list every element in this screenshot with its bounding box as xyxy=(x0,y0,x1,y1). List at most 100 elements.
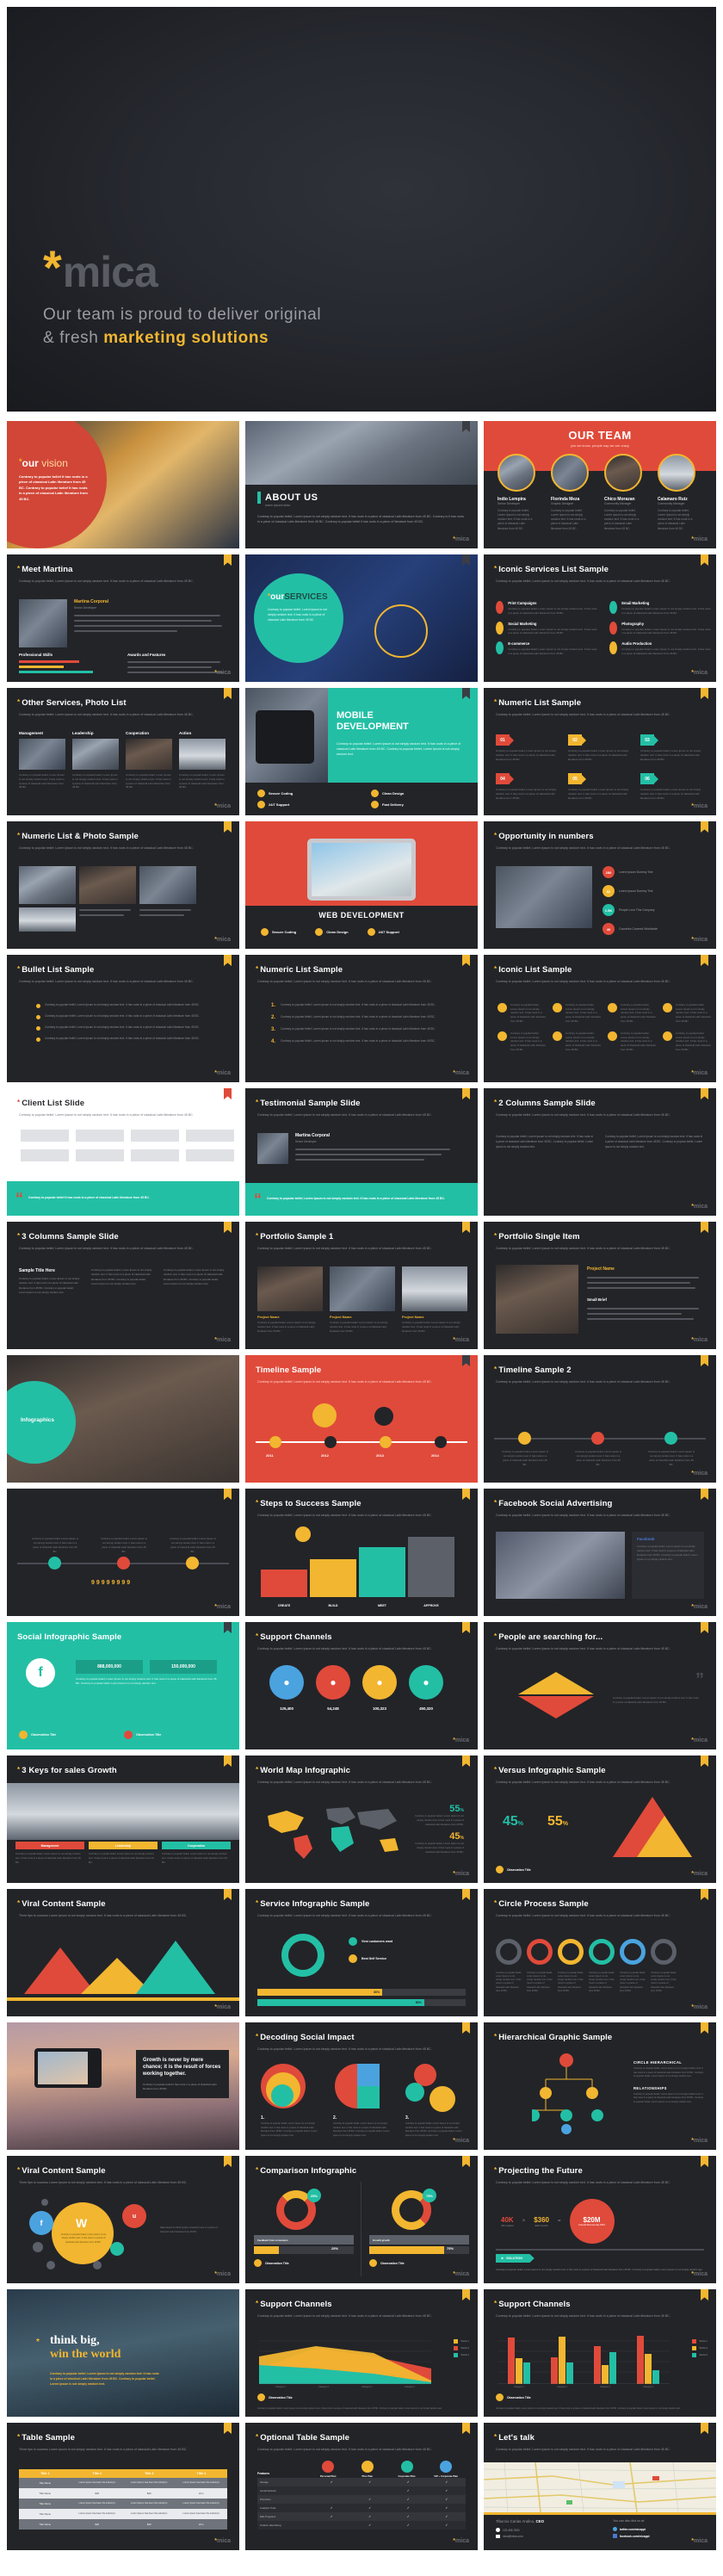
process-circle[interactable] xyxy=(496,1939,522,1965)
slide-steps-to-success-sample[interactable]: * Steps to Success Sample Contrary to pop… xyxy=(245,1489,478,1616)
twitter-handle[interactable]: twitter.com/micappt xyxy=(620,2528,646,2531)
portfolio-item[interactable]: Project Name Contrary to popular belief,… xyxy=(402,1266,467,1334)
slide-three-keys-for-sales-growth[interactable]: * 3 Keys for sales Growth Management Contr… xyxy=(7,1756,239,1883)
team-member[interactable]: Chico Morazan Community Manager Contrary… xyxy=(604,454,642,531)
feature-item[interactable]: Clean Design xyxy=(371,790,473,797)
timeline-node[interactable] xyxy=(269,1436,281,1448)
timeline-node[interactable] xyxy=(380,1436,392,1448)
photo-item[interactable]: Management Contrary to popular belief, L… xyxy=(19,731,65,790)
slide-growth-quote[interactable]: Growth is never by mere chance; it is th… xyxy=(7,2022,239,2150)
slide-facebook-social-advertising[interactable]: * Facebook Social Advertising Contrary to… xyxy=(484,1489,716,1616)
slide-timeline-sample[interactable]: Timeline Sample Contrary to popular beli… xyxy=(245,1355,478,1483)
slide-support-channels-circles[interactable]: * Support Channels Contrary to popular be… xyxy=(245,1622,478,1749)
slide-web-development[interactable]: WEB DEVELOPMENT Secure Coding Clean Desi… xyxy=(245,821,478,949)
team-member[interactable]: Indio Lempira Senior Developer Contrary … xyxy=(497,454,535,531)
chat-icon[interactable]: ● xyxy=(409,1665,443,1700)
slide-our-vision[interactable]: *our vision Contrary to popular belief i… xyxy=(7,421,239,548)
numeric-item[interactable]: 01 Contrary to popular belief, Lorem Ipsu… xyxy=(496,734,561,761)
process-circle[interactable] xyxy=(558,1939,584,1965)
photo-item[interactable]: Action Contrary to popular belief, Lorem… xyxy=(179,731,226,790)
slide-infographics-divider[interactable]: Infographics xyxy=(7,1355,239,1483)
slide-testimonial-sample-slide[interactable]: * Testimonial Sample Slide Contrary to po… xyxy=(245,1088,478,1216)
slide-meet-martina[interactable]: * Meet Martina Contrary to popular belief… xyxy=(7,554,239,682)
slide-bullet-list-sample[interactable]: * Bullet List Sample Contrary to popular … xyxy=(7,955,239,1082)
slide-portfolio-single-item[interactable]: * Portfolio Single Item Contrary to popul… xyxy=(484,1222,716,1349)
slide-social-infographic-sample[interactable]: Social Infographic Sample f 888,000,000 … xyxy=(7,1622,239,1749)
service-item[interactable]: Social Marketing Contrary to popular beli… xyxy=(496,621,597,636)
key-item[interactable]: Management Contrary to popular belief, Lo… xyxy=(15,1842,84,1864)
iconic-item[interactable]: Contrary to popular belief, Lorem Ipsum … xyxy=(608,1003,656,1023)
service-item[interactable]: Email Marketing Contrary to popular belie… xyxy=(609,601,711,616)
slide-client-list-slide[interactable]: * Client List Slide Contrary to popular b… xyxy=(7,1088,239,1216)
slide-timeline-dark-plain[interactable]: Contrary to popular belief, Lorem Ipsum … xyxy=(7,1489,239,1616)
slide-timeline-sample-2[interactable]: * Timeline Sample 2 Contrary to popular b… xyxy=(484,1355,716,1483)
feature-item[interactable]: 24/7 Support xyxy=(367,928,399,936)
slide-circle-process-sample[interactable]: * Circle Process Sample Contrary to popul… xyxy=(484,1889,716,2016)
portfolio-item[interactable]: Project Name Contrary to popular belief,… xyxy=(330,1266,395,1334)
service-item[interactable]: Audio Production Contrary to popular beli… xyxy=(609,641,711,656)
numeric-item[interactable]: 02 Contrary to popular belief, Lorem Ipsu… xyxy=(568,734,633,761)
slide-projecting-the-future[interactable]: * Projecting the Future Contrary to popul… xyxy=(484,2156,716,2283)
team-member[interactable]: Calamaro Ruiz Community Manager Contrary… xyxy=(658,454,695,531)
feature-item[interactable]: Secure Coding xyxy=(257,790,359,797)
process-circle[interactable] xyxy=(620,1939,646,1965)
numeric-item[interactable]: 03 Contrary to popular belief, Lorem Ipsu… xyxy=(640,734,706,761)
slide-versus-infographic-sample[interactable]: * Versus Infographic Sample Contrary to p… xyxy=(484,1756,716,1883)
key-item[interactable]: Leadership Contrary to popular belief, Lo… xyxy=(89,1842,158,1864)
slide-iconic-services-list-sample[interactable]: * Iconic Services List Sample Contrary to… xyxy=(484,554,716,682)
slide-lets-talk[interactable]: * Let's talk Contrary to popular belief, … xyxy=(484,2423,716,2550)
timeline-node[interactable] xyxy=(518,1432,531,1445)
solution-button[interactable]: ★ SOLUTION xyxy=(496,2254,535,2263)
iconic-item[interactable]: Contrary to popular belief, Lorem Ipsum … xyxy=(497,1003,546,1023)
slide-mobile-development[interactable]: MOBILE DEVELOPMENT Contrary to popular b… xyxy=(245,688,478,815)
slide-numeric-list-photo-sample[interactable]: * Numeric List & Photo Sample Contrary to… xyxy=(7,821,239,949)
process-circle[interactable] xyxy=(589,1939,615,1965)
slide-opportunity-in-numbers[interactable]: * Opportunity in numbers Contrary to popu… xyxy=(484,821,716,949)
slide-support-channels-area-chart[interactable]: * Support Channels Contrary to popular be… xyxy=(245,2289,478,2417)
slide-hierarchical-graphic-sample[interactable]: * Hierarchical Graphic Sample CIRCLE HIE… xyxy=(484,2022,716,2150)
iconic-item[interactable]: Contrary to popular belief, Lorem Ipsum … xyxy=(663,1003,711,1023)
numeric-item[interactable]: 05 Contrary to popular belief, Lorem Ipsu… xyxy=(568,773,633,800)
numeric-item[interactable]: 04 Contrary to popular belief, Lorem Ipsu… xyxy=(496,773,561,800)
mail-icon[interactable]: ● xyxy=(362,1665,397,1700)
key-item[interactable]: Cooperation Contrary to popular belief, L… xyxy=(162,1842,231,1864)
twitter-icon[interactable]: ● xyxy=(269,1665,304,1700)
rss-icon[interactable]: ● xyxy=(316,1665,350,1700)
timeline-node[interactable] xyxy=(186,1557,199,1570)
slide-people-are-searching-for[interactable]: * People are searching for... Contrary to… xyxy=(484,1622,716,1749)
slide-comparison-infographic[interactable]: * Comparison Infographic 25% 75% Feedback… xyxy=(245,2156,478,2283)
slide-three-columns-sample-slide[interactable]: * 3 Columns Sample Slide Contrary to popu… xyxy=(7,1222,239,1349)
feature-item[interactable]: Fast Delivery xyxy=(371,801,473,808)
slide-our-services[interactable]: *ourSERVICES Contrary to popular belief,… xyxy=(245,554,478,682)
timeline-node[interactable] xyxy=(591,1432,604,1445)
slide-iconic-list-sample[interactable]: * Iconic List Sample Contrary to popular … xyxy=(484,955,716,1082)
timeline-node[interactable] xyxy=(48,1557,61,1570)
team-member[interactable]: Florinda Meza Graphic Designer Contrary … xyxy=(551,454,589,531)
slide-two-columns-sample-slide[interactable]: * 2 Columns Sample Slide Contrary to popu… xyxy=(484,1088,716,1216)
process-circle[interactable] xyxy=(527,1939,553,1965)
slide-optional-table-sample[interactable]: * Optional Table Sample Contrary to popul… xyxy=(245,2423,478,2550)
timeline-node[interactable] xyxy=(324,1436,337,1448)
slide-think-big-win-the-world[interactable]: * think big, win the world Contrary to p… xyxy=(7,2289,239,2417)
iconic-item[interactable]: Contrary to popular belief, Lorem Ipsum … xyxy=(663,1031,711,1051)
slide-decoding-social-impact[interactable]: * Decoding Social Impact Contrary to popu… xyxy=(245,2022,478,2150)
slide-our-team[interactable]: OUR TEAM yes we know, people say we are … xyxy=(484,421,716,548)
portfolio-item[interactable]: Project Name Contrary to popular belief,… xyxy=(257,1266,323,1334)
slide-about-us[interactable]: ABOUT US lorem ipsumi dolor Contrary to … xyxy=(245,421,478,548)
facebook-handle[interactable]: facebook.com/micappt xyxy=(620,2535,650,2538)
slide-numeric-list-sample[interactable]: * Numeric List Sample Contrary to popular… xyxy=(484,688,716,815)
slide-portfolio-sample-1[interactable]: * Portfolio Sample 1 Contrary to popular … xyxy=(245,1222,478,1349)
photo-item[interactable]: Leadership Contrary to popular belief, L… xyxy=(72,731,119,790)
contact-phone[interactable]: 123.456.7890 xyxy=(503,2529,520,2532)
iconic-item[interactable]: Contrary to popular belief, Lorem Ipsum … xyxy=(497,1031,546,1051)
numeric-item[interactable]: 06 Contrary to popular belief, Lorem Ipsu… xyxy=(640,773,706,800)
slide-viral-content-sample-bubbles[interactable]: * Viral Content Sample Three tips to succ… xyxy=(7,2156,239,2283)
service-item[interactable]: E-commerce Contrary to popular belief, Lo… xyxy=(496,641,597,656)
slide-support-channels-bar-chart[interactable]: * Support Channels Contrary to popular be… xyxy=(484,2289,716,2417)
slide-numeric-list-sample-2[interactable]: * Numeric List Sample Contrary to popular… xyxy=(245,955,478,1082)
slide-table-sample[interactable]: * Table Sample Three tips to success Lore… xyxy=(7,2423,239,2550)
contact-map[interactable] xyxy=(484,2461,716,2513)
feature-item[interactable]: Clean Design xyxy=(315,928,349,936)
contact-email[interactable]: mica@mica.com xyxy=(503,2535,523,2538)
feature-item[interactable]: Secure Coding xyxy=(261,928,296,936)
